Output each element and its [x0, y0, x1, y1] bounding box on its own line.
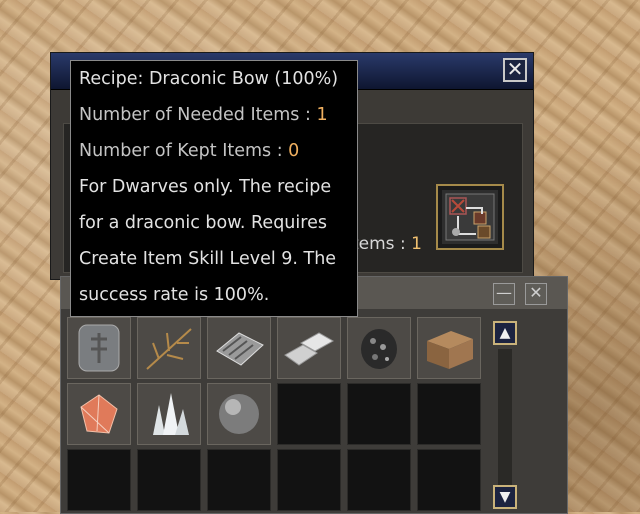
kept-items-line: Number of Kept Items : 0: [79, 141, 300, 161]
tooltip-title: Recipe: Draconic Bow (100%): [79, 69, 339, 89]
inventory-slot[interactable]: [207, 317, 271, 379]
inventory-slot[interactable]: [137, 317, 201, 379]
empty-slot[interactable]: [207, 449, 271, 511]
inventory-slot[interactable]: [277, 317, 341, 379]
recipe-tooltip: Recipe: Draconic Bow (100%) Number of Ne…: [70, 60, 358, 317]
stone-tablet-icon: [78, 324, 120, 372]
items-count-label: tems : 1: [352, 234, 422, 254]
empty-slot[interactable]: [67, 449, 131, 511]
description-line: Create Item Skill Level 9. The: [79, 249, 337, 269]
needed-items-line: Number of Needed Items : 1: [79, 105, 328, 125]
quartz-cluster-icon: [153, 393, 189, 435]
empty-slot[interactable]: [277, 383, 341, 445]
inventory-grid: [67, 317, 487, 513]
ingot-icon: [284, 332, 335, 366]
inventory-close-button[interactable]: ✕: [525, 283, 547, 305]
inventory-slot[interactable]: [67, 383, 131, 445]
product-slot[interactable]: [436, 184, 504, 250]
empty-slot[interactable]: [137, 449, 201, 511]
ore-icon: [361, 329, 397, 369]
empty-slot[interactable]: [417, 449, 481, 511]
sphere-icon: [219, 394, 259, 434]
empty-slot[interactable]: [417, 383, 481, 445]
metal-plate-icon: [216, 332, 264, 366]
crystal-gem-icon: [80, 394, 118, 434]
scroll-down-button[interactable]: ▼: [493, 485, 517, 509]
description-line: success rate is 100%.: [79, 285, 270, 305]
description-line: for a draconic bow. Requires: [79, 213, 327, 233]
inventory-slot[interactable]: [137, 383, 201, 445]
wood-block-icon: [427, 331, 473, 369]
inventory-slot[interactable]: [207, 383, 271, 445]
empty-slot[interactable]: [347, 449, 411, 511]
draconic-bow-recipe-icon: [442, 190, 498, 244]
empty-slot[interactable]: [277, 449, 341, 511]
minimize-button[interactable]: —: [493, 283, 515, 305]
scrollbar-track[interactable]: [498, 349, 512, 487]
inventory-slot[interactable]: [347, 317, 411, 379]
inventory-slot[interactable]: [417, 317, 481, 379]
empty-slot[interactable]: [347, 383, 411, 445]
close-button[interactable]: ✕: [503, 58, 527, 82]
branch-icon: [146, 328, 192, 370]
inventory-slot[interactable]: [67, 317, 131, 379]
scroll-up-button[interactable]: ▲: [493, 321, 517, 345]
description-line: For Dwarves only. The recipe: [79, 177, 332, 197]
